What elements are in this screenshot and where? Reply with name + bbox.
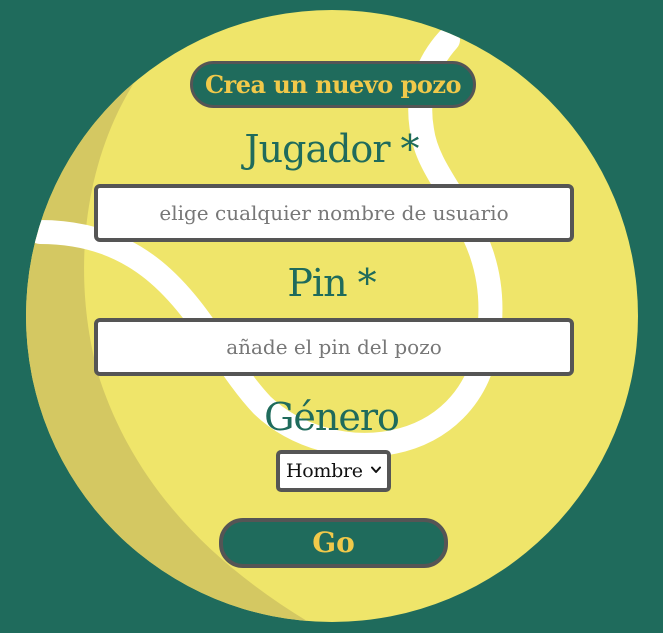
page-title: Crea un nuevo pozo — [190, 61, 476, 108]
pin-label: Pin * — [287, 261, 376, 305]
create-pool-form: Crea un nuevo pozo Jugador * Pin * Géner… — [0, 0, 663, 633]
pin-input[interactable] — [94, 318, 574, 376]
gender-select-value: Hombre — [286, 460, 363, 482]
gender-select[interactable]: Hombre — [276, 450, 391, 492]
player-label: Jugador * — [244, 127, 419, 171]
player-input[interactable] — [94, 184, 574, 242]
chevron-down-icon — [371, 466, 381, 473]
go-button[interactable]: Go — [219, 518, 448, 568]
gender-label: Género — [264, 395, 400, 439]
